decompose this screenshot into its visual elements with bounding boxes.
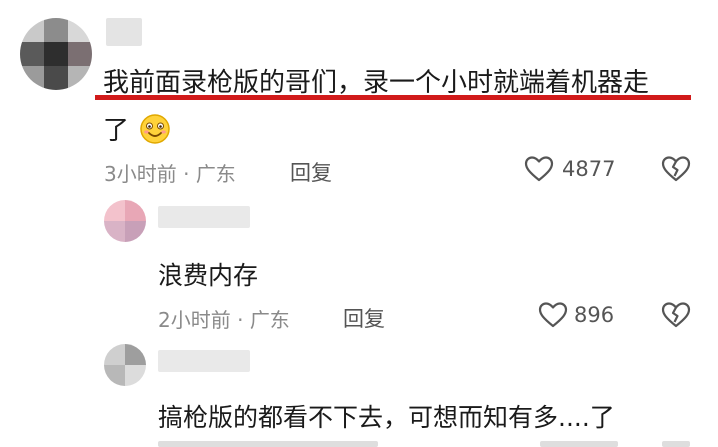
comment-meta: 3小时前 · 广东 xyxy=(104,158,236,187)
broken-heart-icon[interactable] xyxy=(661,301,691,329)
time: 2小时前 xyxy=(158,308,231,332)
avatar[interactable] xyxy=(20,18,92,90)
broken-heart-icon[interactable] xyxy=(661,155,691,183)
smiling-face-emoji xyxy=(139,113,171,145)
comment-text: 我前面录枪版的哥们，录一个小时就端着机器走 xyxy=(103,68,650,98)
comment-text: 浪费内存 xyxy=(158,261,259,290)
reply-button[interactable]: 回复 xyxy=(290,157,332,187)
time: 3小时前 xyxy=(104,162,177,186)
location: 广东 xyxy=(195,162,236,186)
comment-text-line2: 了 xyxy=(103,110,171,147)
heart-icon[interactable] xyxy=(538,301,568,329)
separator: · xyxy=(237,308,244,332)
username[interactable] xyxy=(158,350,250,372)
highlight-underline xyxy=(95,95,691,100)
username[interactable] xyxy=(158,206,250,228)
avatar[interactable] xyxy=(104,344,146,386)
comment-meta-cutoff xyxy=(158,441,378,447)
avatar[interactable] xyxy=(104,200,146,242)
separator: · xyxy=(183,162,190,186)
comment-text: 搞枪版的都看不下去，可想而知有多....了 xyxy=(158,403,615,432)
heart-icon-cutoff xyxy=(540,441,618,447)
like-count: 896 xyxy=(574,303,615,327)
username[interactable] xyxy=(106,18,142,46)
broken-heart-icon-cutoff xyxy=(662,441,690,447)
heart-icon[interactable] xyxy=(524,155,554,183)
comment-meta: 2小时前 · 广东 xyxy=(158,304,290,333)
like-count: 4877 xyxy=(562,157,616,181)
location: 广东 xyxy=(249,308,290,332)
reply-button[interactable]: 回复 xyxy=(343,303,385,333)
